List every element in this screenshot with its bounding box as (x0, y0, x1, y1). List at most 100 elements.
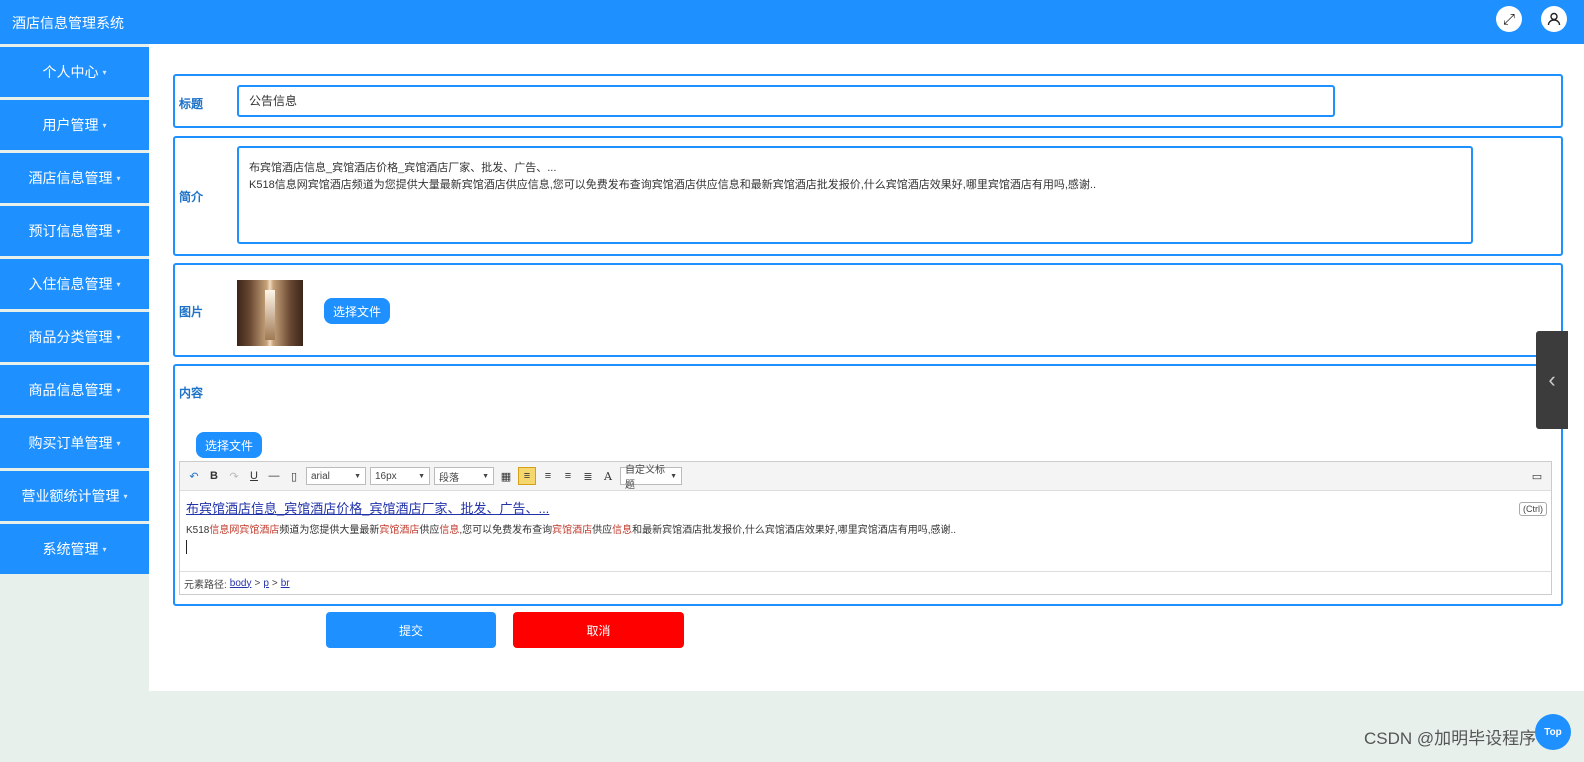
intro-textarea[interactable]: 布宾馆酒店信息_宾馆酒店价格_宾馆酒店厂家、批发、广告、... K518信息网宾… (237, 146, 1473, 244)
dropdown-arrow-icon: ▼ (418, 472, 425, 480)
text-segment: 供应 (592, 525, 613, 536)
editor-body[interactable]: 布宾馆酒店信息_宾馆酒店价格_宾馆酒店厂家、批发、广告、... K518信息网宾… (186, 498, 1545, 554)
bold-icon[interactable]: B (206, 468, 222, 484)
sidebar-item-label: 酒店信息管理 (28, 170, 113, 186)
intro-label: 简介 (179, 190, 204, 204)
sidebar-item-label: 用户管理 (42, 117, 99, 133)
font-size-value: 16px (375, 470, 397, 482)
sidebar-item-categories[interactable]: 商品分类管理 ▾ (0, 312, 149, 362)
sidebar-item-hotels[interactable]: 酒店信息管理 ▾ (0, 153, 149, 203)
title-section: 标题 公告信息 (173, 74, 1563, 128)
paragraph-value: 段落 (439, 472, 459, 484)
chevron-left-icon: ‹ (1548, 367, 1556, 392)
sidebar-item-label: 个人中心 (42, 64, 99, 80)
title-label: 标题 (179, 97, 204, 111)
redo-icon[interactable]: ↷ (226, 468, 242, 484)
rich-text-editor: ↶ B ↷ U — ▯ arial ▼ 16px ▼ 段落 ▼ ▦ ≡ ≡ ≡ ≣ A… (179, 461, 1552, 595)
text-segment: ,您可以免费发布查询 (459, 525, 553, 536)
sidebar-item-label: 商品信息管理 (28, 382, 113, 398)
image-section: 图片 选择文件 (173, 263, 1563, 357)
chevron-down-icon: ▾ (123, 491, 128, 501)
sidebar-item-label: 商品分类管理 (28, 329, 113, 345)
sidebar-item-label: 购买订单管理 (28, 435, 113, 451)
app-title: 酒店信息管理系统 (12, 15, 124, 31)
font-color-icon[interactable]: A (600, 468, 616, 484)
path-link-br[interactable]: br (281, 578, 290, 589)
path-separator: > (254, 577, 261, 589)
chevron-down-icon: ▾ (102, 120, 107, 130)
chevron-down-icon: ▾ (102, 544, 107, 554)
chevron-down-icon: ▾ (116, 438, 121, 448)
sidebar-item-revenue[interactable]: 营业额统计管理 ▾ (0, 471, 149, 521)
collapse-panel-tab[interactable]: ‹ (1536, 331, 1568, 429)
text-segment-highlight: 宾馆酒店 (379, 525, 420, 536)
chevron-down-icon: ▾ (116, 226, 121, 236)
text-segment: 和最新宾馆酒店批发报价,什么宾馆酒店效果好,哪里宾馆酒店有用吗,感谢.. (632, 525, 957, 536)
sidebar-item-profile[interactable]: 个人中心 ▾ (0, 47, 149, 97)
submit-button[interactable]: 提交 (326, 612, 496, 648)
user-icon[interactable] (1541, 6, 1567, 32)
chevron-down-icon: ▾ (116, 279, 121, 289)
path-link-p[interactable]: p (263, 578, 269, 589)
table-icon[interactable]: ▦ (498, 468, 514, 484)
text-cursor (186, 540, 187, 554)
sidebar-item-orders[interactable]: 购买订单管理 ▾ (0, 418, 149, 468)
align-center-icon[interactable]: ≡ (540, 468, 556, 484)
image-label: 图片 (179, 305, 204, 319)
editor-toolbar: ↶ B ↷ U — ▯ arial ▼ 16px ▼ 段落 ▼ ▦ ≡ ≡ ≡ ≣ A… (180, 462, 1551, 491)
element-path-label: 元素路径: (184, 579, 227, 591)
dropdown-arrow-icon: ▼ (354, 472, 361, 480)
underline-icon[interactable]: U (246, 468, 262, 484)
text-segment-highlight: 信息网宾馆酒店 (209, 525, 280, 536)
path-separator: > (271, 577, 278, 589)
dropdown-arrow-icon: ▼ (482, 472, 489, 480)
text-segment: K518 (186, 525, 210, 536)
hotel-thumbnail (237, 280, 303, 346)
sidebar-item-users[interactable]: 用户管理 ▾ (0, 100, 149, 150)
paste-options-badge[interactable]: (Ctrl) (1519, 502, 1547, 516)
sidebar-item-label: 营业额统计管理 (21, 488, 120, 504)
title-input[interactable]: 公告信息 (237, 85, 1335, 117)
text-segment-highlight: 宾馆酒店 (552, 525, 593, 536)
content-link[interactable]: 布宾馆酒店信息_宾馆酒店价格_宾馆酒店厂家、批发、广告、... (186, 501, 549, 516)
custom-title-value: 自定义标题 (625, 465, 665, 491)
align-justify-icon[interactable]: ≣ (580, 468, 596, 484)
sidebar: 个人中心 ▾ 用户管理 ▾ 酒店信息管理 ▾ 预订信息管理 ▾ 入住信息管理 ▾ 商品分类… (0, 44, 149, 574)
horizontal-rule-icon[interactable]: — (266, 468, 282, 484)
align-right-icon[interactable]: ≡ (560, 468, 576, 484)
paragraph-select[interactable]: 段落 ▼ (434, 467, 494, 485)
undo-icon[interactable]: ↶ (186, 468, 202, 484)
text-segment-highlight: 信息 (612, 525, 633, 536)
intro-line-1: 布宾馆酒店信息_宾馆酒店价格_宾馆酒店厂家、批发、广告、... (249, 162, 557, 174)
text-segment: 频道为您提供大量最新 (279, 525, 380, 536)
content-section: 内容 选择文件 ↶ B ↷ U — ▯ arial ▼ 16px ▼ 段落 ▼ ▦ ≡… (173, 364, 1563, 606)
watermark: CSDN @加明毕设程序 (1364, 729, 1537, 748)
preview-icon[interactable]: ▭ (1529, 468, 1545, 484)
cancel-button[interactable]: 取消 (513, 612, 684, 648)
content-label: 内容 (179, 386, 204, 400)
choose-file-button[interactable]: 选择文件 (324, 298, 390, 324)
back-to-top-button[interactable]: Top (1535, 714, 1571, 750)
align-left-icon[interactable]: ≡ (518, 467, 536, 485)
top-bar: 酒店信息管理系统 ⤢ (0, 0, 1584, 44)
path-link-body[interactable]: body (230, 578, 252, 589)
main-content: 标题 公告信息 简介 布宾馆酒店信息_宾馆酒店价格_宾馆酒店厂家、批发、广告、.… (149, 44, 1584, 691)
font-family-select[interactable]: arial ▼ (306, 467, 366, 485)
sidebar-item-label: 入住信息管理 (28, 276, 113, 292)
element-path-bar: 元素路径: body > p > br (180, 571, 1551, 594)
text-segment: 供应 (419, 525, 440, 536)
font-size-select[interactable]: 16px ▼ (370, 467, 430, 485)
content-choose-file-button[interactable]: 选择文件 (196, 432, 262, 458)
intro-line-2: K518信息网宾馆酒店频道为您提供大量最新宾馆酒店供应信息,您可以免费发布查询宾… (249, 179, 1097, 191)
intro-section: 简介 布宾馆酒店信息_宾馆酒店价格_宾馆酒店厂家、批发、广告、... K518信… (173, 136, 1563, 256)
sidebar-item-checkins[interactable]: 入住信息管理 ▾ (0, 259, 149, 309)
custom-title-select[interactable]: 自定义标题 ▼ (620, 465, 682, 491)
chevron-down-icon: ▾ (116, 173, 121, 183)
sidebar-item-system[interactable]: 系统管理 ▾ (0, 524, 149, 574)
sidebar-item-label: 系统管理 (42, 541, 99, 557)
text-segment-highlight: 信息 (439, 525, 460, 536)
page-icon[interactable]: ▯ (286, 468, 302, 484)
sidebar-item-reservations[interactable]: 预订信息管理 ▾ (0, 206, 149, 256)
expand-icon[interactable]: ⤢ (1496, 6, 1522, 32)
sidebar-item-products[interactable]: 商品信息管理 ▾ (0, 365, 149, 415)
